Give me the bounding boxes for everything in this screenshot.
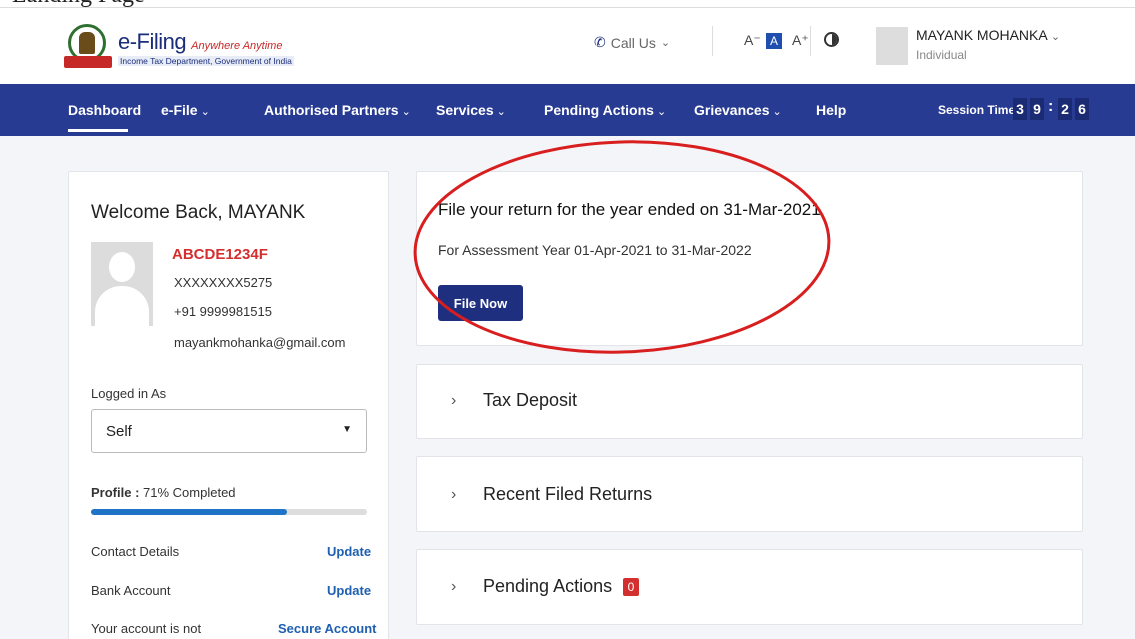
font-normal-button[interactable]: A bbox=[766, 33, 782, 49]
profile-label: Profile : bbox=[91, 485, 140, 500]
brand-tagline: Anywhere Anytime bbox=[191, 39, 283, 52]
session-digit: 2 bbox=[1058, 98, 1072, 120]
accordion-title: Tax Deposit bbox=[483, 390, 578, 410]
efiling-logo[interactable]: e-Filing Anywhere Anytime Income Tax Dep… bbox=[64, 22, 294, 72]
nav-services[interactable]: Services ⌄ bbox=[436, 102, 506, 118]
caption-text: Landing Page bbox=[12, 0, 145, 7]
main-nav: Dashboard e-File ⌄ Authorised Partners ⌄ S… bbox=[0, 84, 1135, 136]
call-us-dropdown[interactable]: ✆ Call Us ⌄ bbox=[594, 34, 670, 51]
user-name: MAYANK MOHANKA bbox=[916, 27, 1047, 43]
chevron-down-icon: ⌄ bbox=[660, 37, 671, 49]
font-decrease-button[interactable]: A⁻ bbox=[744, 32, 761, 49]
chevron-down-icon: ⌄ bbox=[1050, 31, 1061, 43]
chevron-right-icon: › bbox=[451, 486, 457, 503]
pending-count-badge: 0 bbox=[623, 578, 639, 596]
user-role: Individual bbox=[916, 48, 967, 62]
file-return-title: File your return for the year ended on 3… bbox=[438, 200, 821, 219]
nav-grievances[interactable]: Grievances ⌄ bbox=[694, 102, 782, 118]
profile-progress-bar bbox=[91, 509, 367, 515]
welcome-heading: Welcome Back, MAYANK bbox=[91, 202, 306, 223]
accordion-title: Pending Actions bbox=[483, 576, 613, 596]
contrast-toggle-icon[interactable] bbox=[824, 32, 839, 47]
accordion-tax-deposit[interactable]: › Tax Deposit bbox=[416, 364, 1083, 439]
brand-subtitle: Income Tax Department, Government of Ind… bbox=[118, 55, 294, 66]
pan-number: ABCDE1234F bbox=[172, 246, 268, 263]
divider bbox=[810, 26, 811, 56]
file-now-button[interactable]: File Now bbox=[438, 285, 523, 321]
phone-number: +91 9999981515 bbox=[174, 304, 272, 319]
top-header: Landing Page e-Filing Anywhere Anytime I… bbox=[0, 0, 1135, 84]
nav-authorised-partners[interactable]: Authorised Partners ⌄ bbox=[264, 102, 411, 118]
progress-fill bbox=[91, 509, 287, 515]
update-bank-link[interactable]: Update bbox=[327, 583, 371, 598]
session-colon: : bbox=[1048, 98, 1054, 115]
profile-status: 71% Completed bbox=[143, 485, 236, 500]
chevron-down-icon: ⌄ bbox=[496, 106, 506, 118]
profile-photo bbox=[91, 242, 153, 326]
font-increase-button[interactable]: A⁺ bbox=[792, 32, 809, 49]
call-us-label: Call Us bbox=[610, 34, 656, 51]
phone-icon: ✆ bbox=[594, 34, 606, 50]
contact-details-label: Contact Details bbox=[91, 544, 180, 559]
cut-off-caption: Landing Page bbox=[0, 0, 1135, 8]
chevron-right-icon: › bbox=[451, 578, 457, 595]
divider bbox=[712, 26, 713, 56]
profile-panel: Welcome Back, MAYANK ABCDE1234F XXXXXXXX… bbox=[68, 171, 389, 639]
assessment-year-text: For Assessment Year 01-Apr-2021 to 31-Ma… bbox=[438, 242, 752, 258]
bank-account-label: Bank Account bbox=[91, 583, 171, 598]
nav-e-file[interactable]: e-File ⌄ bbox=[161, 102, 210, 118]
logged-in-value: Self bbox=[106, 423, 132, 440]
session-time-label: Session Time bbox=[938, 103, 1016, 117]
session-digit: 3 bbox=[1013, 98, 1027, 120]
aadhaar-number: XXXXXXXX5275 bbox=[174, 275, 273, 290]
caret-down-icon: ▼ bbox=[342, 424, 352, 435]
profile-completion: Profile : 71% Completed bbox=[91, 485, 236, 500]
account-security-label: Your account is not bbox=[91, 621, 202, 636]
session-digit: 6 bbox=[1075, 98, 1089, 120]
accordion-pending-actions[interactable]: › Pending Actions 0 bbox=[416, 549, 1083, 625]
logged-in-label: Logged in As bbox=[91, 386, 167, 401]
update-contact-link[interactable]: Update bbox=[327, 544, 371, 559]
file-return-card: File your return for the year ended on 3… bbox=[416, 171, 1083, 346]
user-menu[interactable]: MAYANK MOHANKA ⌄ bbox=[916, 27, 1060, 43]
accordion-recent-filed-returns[interactable]: › Recent Filed Returns bbox=[416, 456, 1083, 532]
chevron-down-icon: ⌄ bbox=[772, 106, 782, 118]
avatar[interactable] bbox=[876, 27, 908, 65]
nav-pending-actions[interactable]: Pending Actions ⌄ bbox=[544, 102, 666, 118]
logged-in-select[interactable]: Self ▼ bbox=[91, 409, 367, 453]
chevron-down-icon: ⌄ bbox=[200, 106, 210, 118]
secure-account-link[interactable]: Secure Account bbox=[278, 621, 377, 636]
active-tab-indicator bbox=[68, 129, 128, 132]
email-address: mayankmohanka@gmail.com bbox=[174, 335, 346, 350]
nav-help[interactable]: Help bbox=[816, 102, 846, 118]
brand-name: e-Filing bbox=[118, 28, 187, 54]
nav-dashboard[interactable]: Dashboard bbox=[68, 102, 141, 118]
chevron-down-icon: ⌄ bbox=[401, 106, 411, 118]
session-digit: 9 bbox=[1030, 98, 1044, 120]
chevron-right-icon: › bbox=[451, 392, 457, 409]
emblem-icon bbox=[64, 22, 114, 72]
chevron-down-icon: ⌄ bbox=[656, 106, 667, 118]
accordion-title: Recent Filed Returns bbox=[483, 484, 653, 504]
